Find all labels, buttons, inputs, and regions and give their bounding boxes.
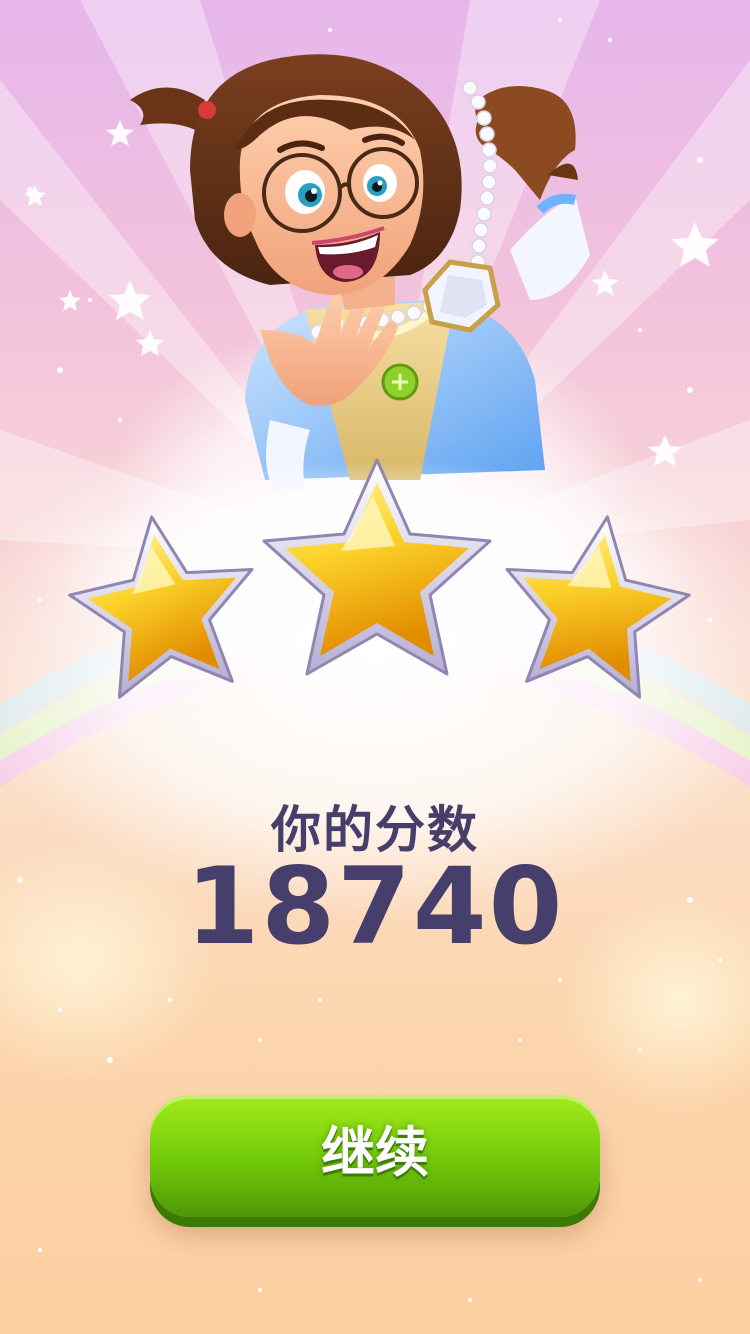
score-value: 18740 — [185, 845, 565, 968]
level-complete-screen: 你的分数 18740 继续 — [0, 0, 750, 1334]
star-middle-icon — [262, 458, 492, 676]
continue-button[interactable]: 继续 — [150, 1095, 600, 1217]
continue-button-label: 继续 — [321, 1121, 429, 1184]
star-left-icon — [68, 515, 254, 699]
star-right-icon — [505, 515, 691, 699]
